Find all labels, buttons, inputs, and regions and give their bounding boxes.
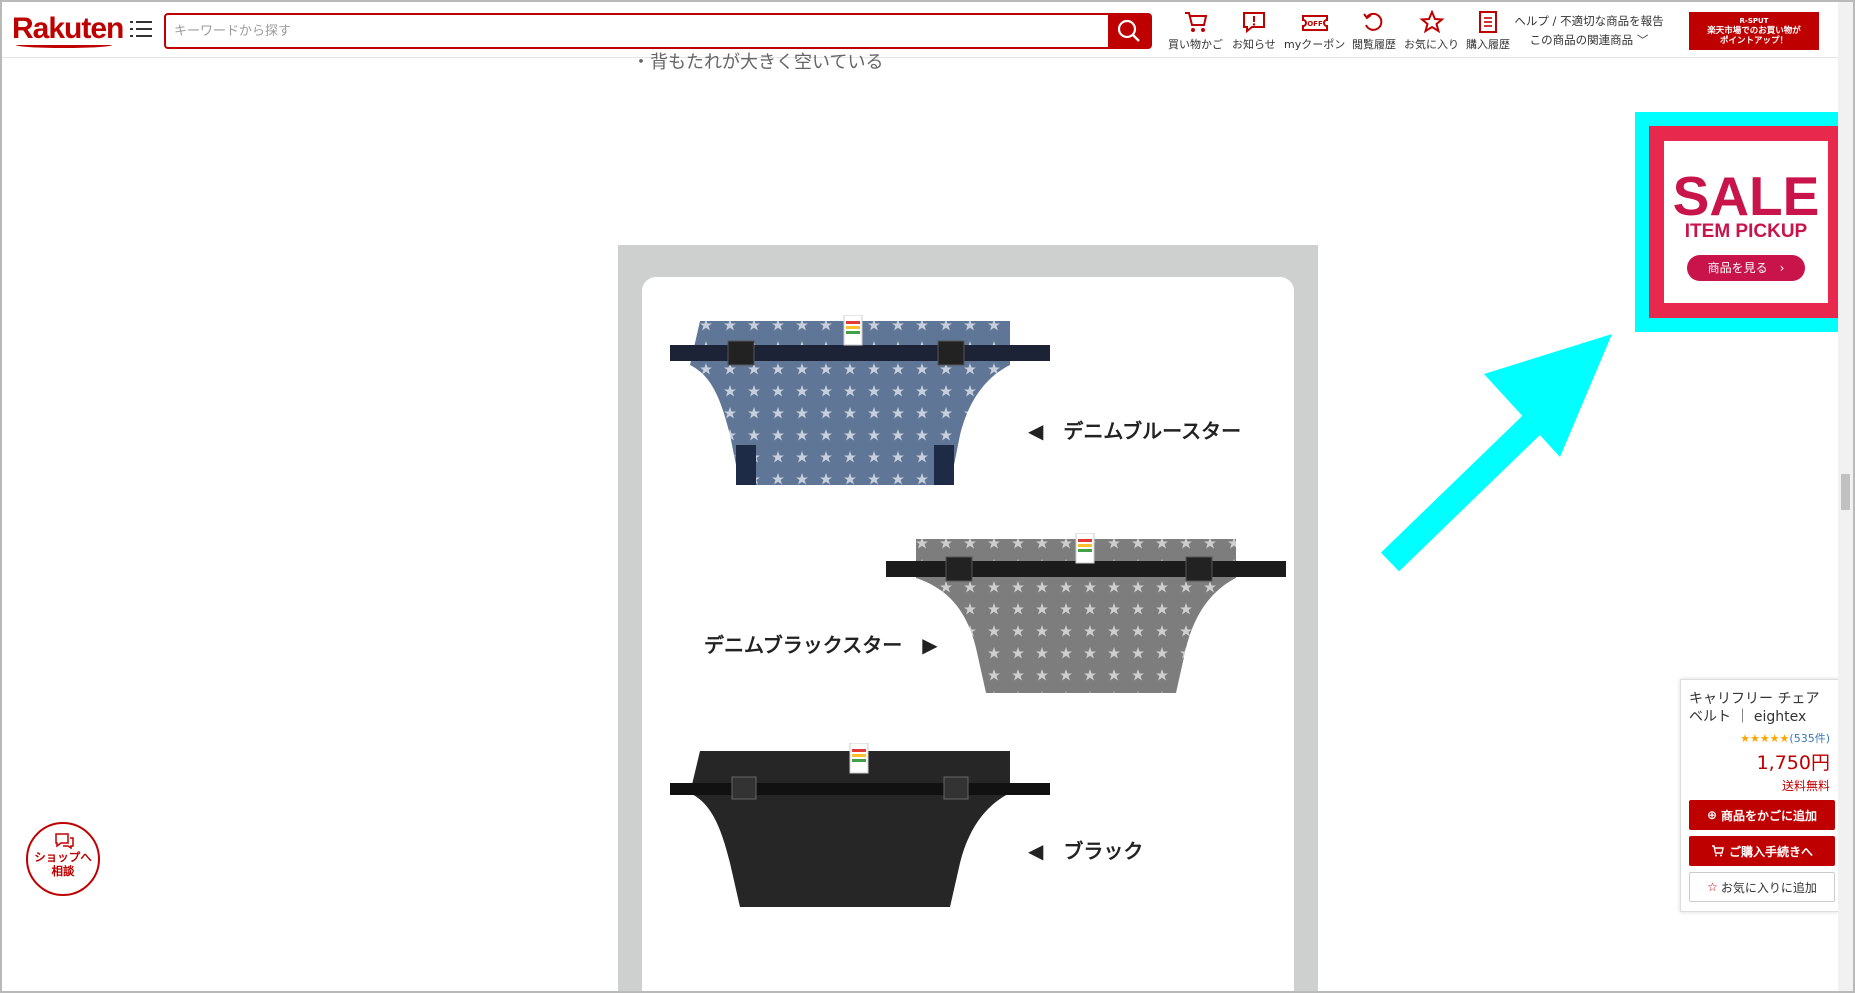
search-box (164, 13, 1152, 49)
banner-tag: R-SPUT (1739, 17, 1769, 25)
belt-image-denim-blue-star (670, 315, 1050, 485)
star-icon: ☆ (1707, 880, 1718, 894)
chat-label: ショップへ (34, 850, 92, 864)
variant-label-denim-blue-star: ◀ デニムブルースター (1028, 419, 1242, 443)
cart-icon (1711, 845, 1724, 857)
plus-circle-icon: ⊕ (1706, 808, 1718, 822)
history-icon (1363, 12, 1383, 31)
shipping-badge: 送料無料 (1781, 779, 1830, 793)
nav-label: 閲覧履歴 (1352, 38, 1396, 51)
sale-banner[interactable]: SALE ITEM PICKUP 商品を見る › (1635, 112, 1853, 332)
nav-label: 購入履歴 (1466, 38, 1510, 51)
belt-image-denim-black-star (886, 533, 1286, 693)
search-button[interactable] (1108, 15, 1150, 47)
nav-history[interactable]: 閲覧履歴 (1352, 10, 1396, 54)
banner-text: 楽天市場でのお買い物が (1707, 26, 1801, 36)
coupon-icon: OFF (1301, 15, 1328, 31)
add-to-favorites-button[interactable]: ☆ お気に入りに追加 (1689, 872, 1835, 902)
nav-cart[interactable]: 買い物かご (1168, 10, 1223, 54)
logo-swoosh (16, 42, 112, 48)
chevron-down-icon: ﹀ (1636, 33, 1649, 47)
receipt-icon (1479, 11, 1497, 33)
sale-title: SALE (1672, 165, 1820, 227)
related-products-link[interactable]: この商品の関連商品 ﹀ (1514, 31, 1664, 50)
review-count: (535件) (1789, 732, 1830, 745)
chat-icon (55, 833, 74, 850)
nav-favorites[interactable]: お気に入り (1404, 10, 1459, 54)
search-icon (1117, 19, 1140, 42)
product-price: 1,750円 (1756, 752, 1830, 774)
nav-purchase-history[interactable]: 購入履歴 (1466, 10, 1510, 54)
nav-label: お気に入り (1404, 38, 1459, 51)
notification-icon (1242, 12, 1265, 34)
rating-stars: ★★★★★ (1740, 732, 1790, 745)
shop-chat-button[interactable]: ショップへ 相談 (26, 822, 100, 896)
search-input[interactable] (174, 19, 1104, 43)
view-items-button[interactable]: 商品を見る › (1687, 255, 1805, 281)
sale-subtitle: ITEM PICKUP (1684, 221, 1808, 242)
variant-label-black: ◀ ブラック (1028, 839, 1144, 863)
cart-icon (1184, 12, 1207, 32)
feature-text: ・背もたれが大きく空いている (632, 52, 884, 70)
rakuten-logo[interactable]: Rakuten (12, 12, 124, 46)
banner-text: ポイントアップ！ (1719, 36, 1788, 46)
arrow-annotation (1380, 334, 1612, 572)
product-title[interactable]: キャリフリー チェアベルト ｜ eightex 国… (1689, 690, 1830, 726)
point-up-banner[interactable]: R-SPUT 楽天市場でのお買い物が ポイントアップ！ (1689, 12, 1819, 50)
nav-coupon[interactable]: OFF myクーポン (1284, 10, 1345, 54)
sale-banner-inner: SALE ITEM PICKUP 商品を見る › (1664, 141, 1828, 303)
help-link[interactable]: ヘルプ / 不適切な商品を報告 (1514, 12, 1664, 31)
variant-label-denim-black-star: デニムブラックスター ▶ (704, 633, 938, 657)
svg-text:OFF: OFF (1307, 20, 1323, 28)
nav-label: 買い物かご (1168, 38, 1223, 51)
scrollbar-thumb[interactable] (1841, 474, 1850, 510)
checkout-button[interactable]: ご購入手続きへ (1689, 836, 1835, 866)
add-to-cart-button[interactable]: ⊕ 商品をかごに追加 (1689, 800, 1835, 830)
menu-icon[interactable] (130, 18, 154, 40)
nav-label: お知らせ (1232, 38, 1276, 51)
page-frame: Rakuten 買い物かご (0, 0, 1855, 993)
nav-label: myクーポン (1284, 38, 1346, 51)
help-links: ヘルプ / 不適切な商品を報告 この商品の関連商品 ﹀ (1514, 12, 1664, 50)
variant-panel: ◀ デニムブルースター デニムブラックスター ▶ ◀ ブラック (618, 245, 1318, 991)
scrollbar[interactable] (1838, 2, 1853, 991)
chat-label: 相談 (51, 864, 75, 878)
nav-notification[interactable]: お知らせ (1232, 10, 1276, 54)
product-rating[interactable]: ★★★★★(535件) (1689, 730, 1830, 746)
belt-image-black (670, 743, 1050, 907)
floating-cart-widget: キャリフリー チェアベルト ｜ eightex 国… ★★★★★(535件) 1… (1680, 679, 1839, 912)
variant-card: ◀ デニムブルースター デニムブラックスター ▶ ◀ ブラック (642, 277, 1294, 991)
star-icon (1418, 10, 1445, 34)
header: Rakuten 買い物かご (2, 2, 1853, 58)
